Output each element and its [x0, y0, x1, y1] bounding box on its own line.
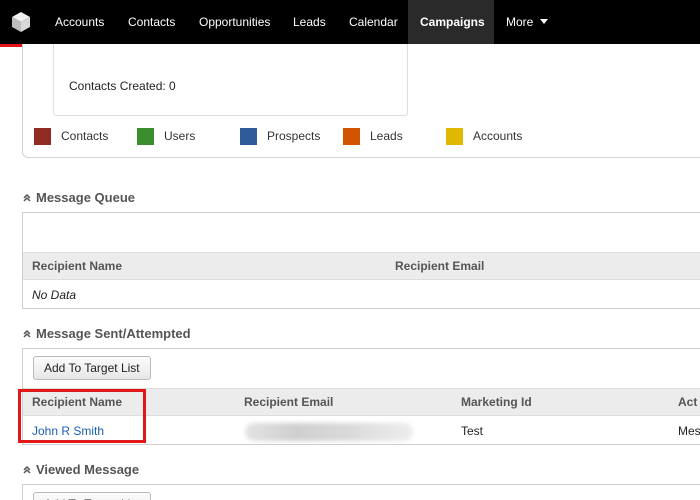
legend-item-accounts: Accounts [446, 127, 522, 145]
viewed-message-header[interactable]: Viewed Message [22, 462, 139, 477]
legend-label: Accounts [473, 129, 523, 143]
marketing-id-cell: Test [461, 424, 484, 438]
legend-label: Leads [370, 129, 403, 143]
legend-item-prospects: Prospects [240, 127, 320, 145]
legend-item-users: Users [137, 127, 195, 145]
nav-leads[interactable]: Leads [281, 0, 338, 44]
top-navigation-bar: Accounts Contacts Opportunities Leads Ca… [0, 0, 700, 44]
collapse-chevron-icon [23, 329, 31, 338]
nav-campaigns[interactable]: Campaigns [408, 0, 494, 44]
section-title-text: Viewed Message [36, 462, 140, 477]
nav-calendar[interactable]: Calendar [337, 0, 410, 44]
column-header-recipient-email[interactable]: Recipient Email [244, 389, 333, 416]
highlight-annotation [18, 389, 146, 443]
legend-swatch [34, 127, 51, 145]
legend-label: Contacts [61, 129, 109, 143]
column-header-action[interactable]: Act [678, 389, 697, 416]
add-to-target-list-button[interactable]: Add To Target List [33, 492, 151, 500]
table-header: Recipient Name Recipient Email [23, 252, 700, 280]
nav-contacts[interactable]: Contacts [116, 0, 187, 44]
section-title-text: Message Queue [36, 190, 135, 205]
section-title-text: Message Sent/Attempted [36, 326, 191, 341]
empty-state-text: No Data [32, 288, 77, 302]
nav-accounts[interactable]: Accounts [43, 0, 116, 44]
redacted-email [245, 423, 413, 441]
chevron-down-icon [540, 19, 549, 25]
legend-label: Prospects [267, 129, 321, 143]
message-queue-panel: Recipient Name Recipient Email No Data [22, 212, 700, 309]
contacts-created-text: Contacts Created: 0 [69, 79, 176, 93]
chart-panel: Contacts Created: 0 Contacts Users Prosp… [22, 44, 700, 158]
column-header-recipient-email[interactable]: Recipient Email [395, 253, 484, 280]
legend-swatch [343, 127, 360, 145]
message-sent-header[interactable]: Message Sent/Attempted [22, 326, 191, 341]
viewed-message-panel: Add To Target List [22, 484, 700, 500]
nav-more[interactable]: More [494, 0, 560, 44]
legend-label: Users [164, 129, 196, 143]
legend-swatch [446, 127, 463, 145]
message-queue-header[interactable]: Message Queue [22, 190, 135, 205]
add-to-target-list-button[interactable]: Add To Target List [33, 356, 151, 380]
nav-opportunities[interactable]: Opportunities [187, 0, 282, 44]
collapse-chevron-icon [23, 465, 31, 474]
legend-item-contacts: Contacts [34, 127, 108, 145]
action-cell[interactable]: Mes [678, 417, 700, 445]
nav-more-label: More [506, 15, 534, 29]
legend-swatch [240, 127, 257, 145]
legend-item-leads: Leads [343, 127, 403, 145]
collapse-chevron-icon [23, 193, 31, 202]
cube-logo-icon[interactable] [10, 11, 32, 33]
column-header-recipient-name[interactable]: Recipient Name [32, 253, 122, 280]
legend-swatch [137, 127, 154, 145]
column-header-marketing-id[interactable]: Marketing Id [461, 389, 532, 416]
